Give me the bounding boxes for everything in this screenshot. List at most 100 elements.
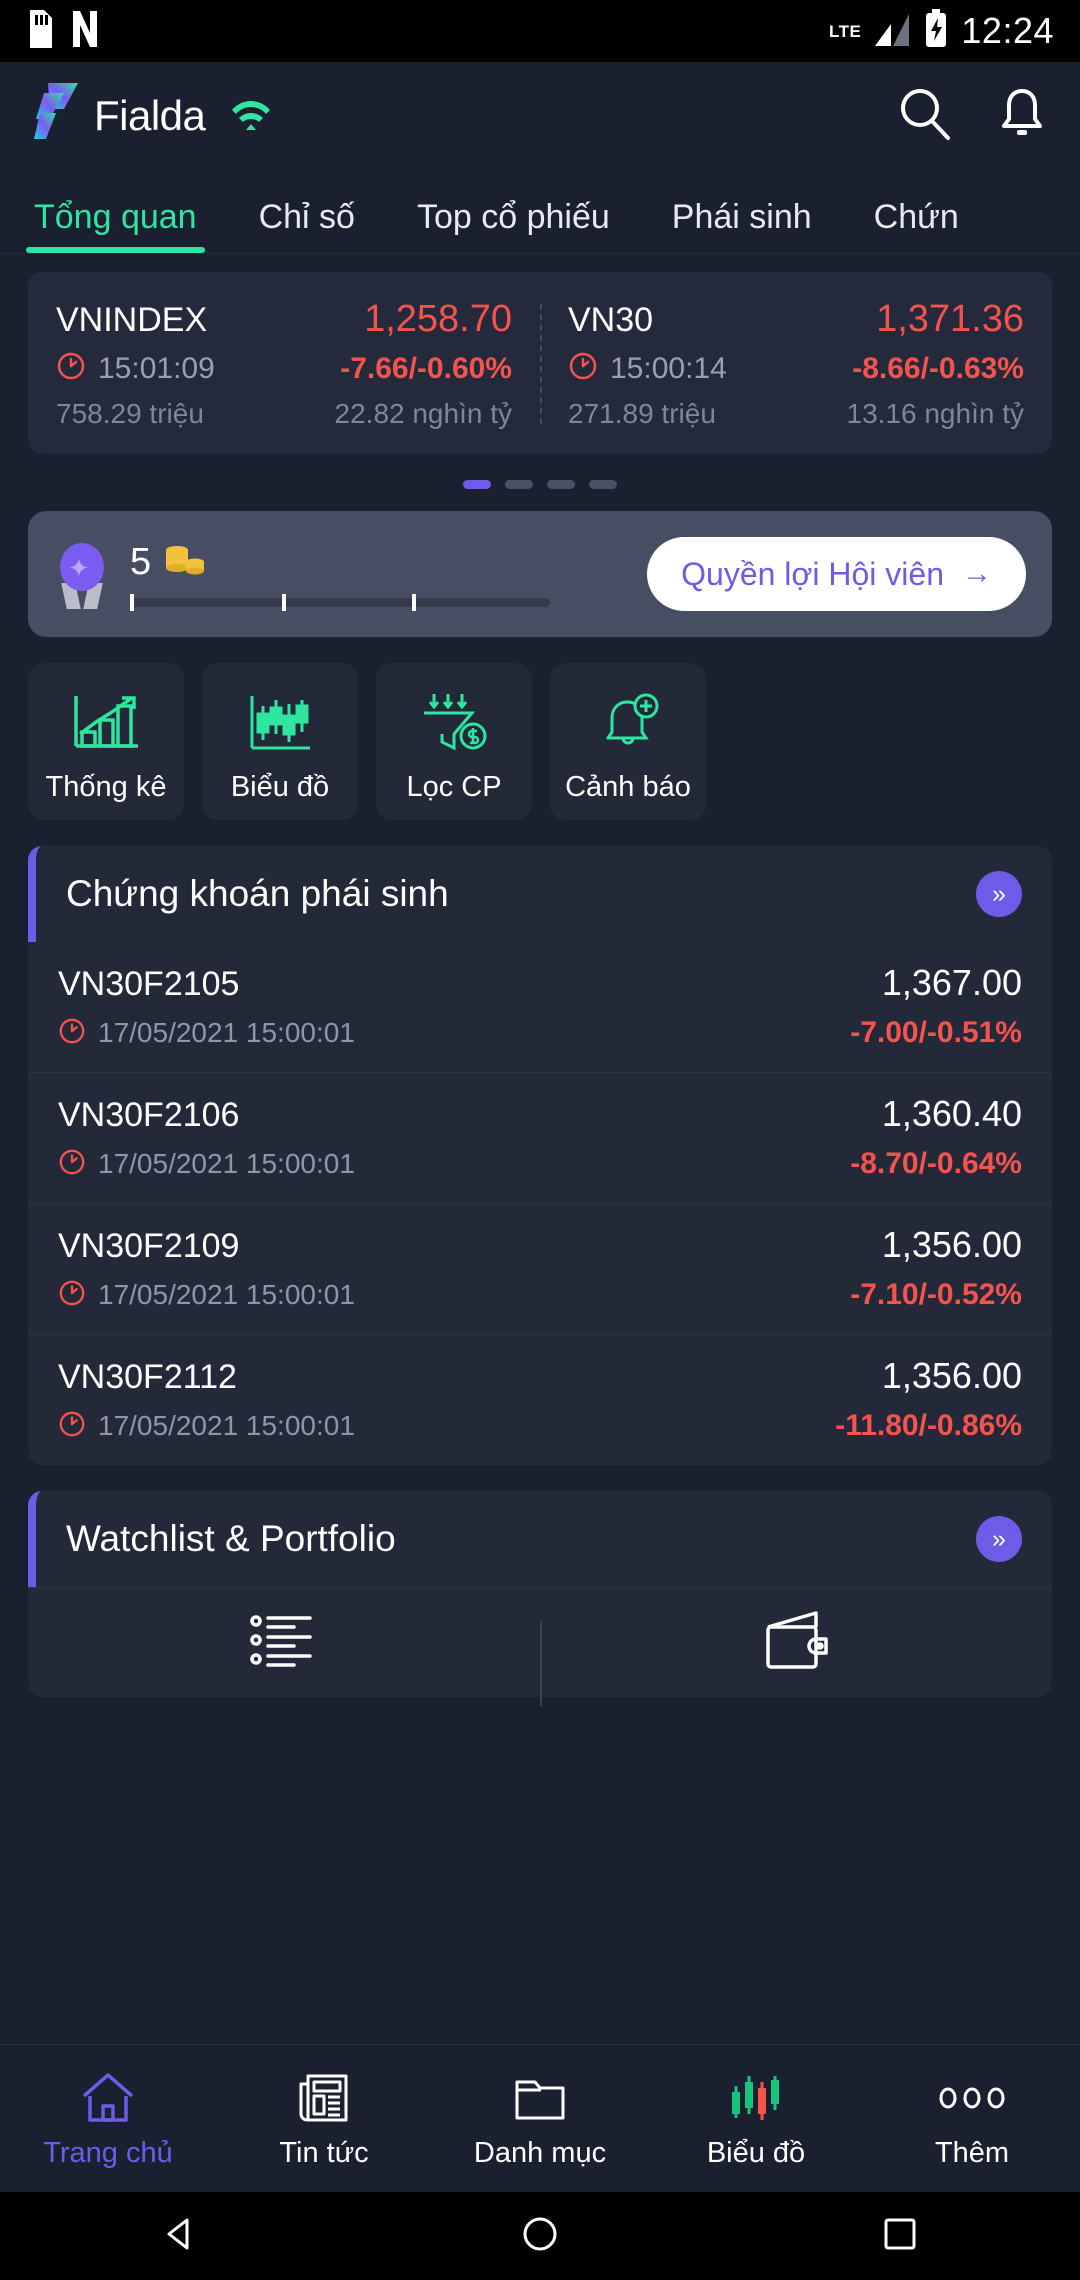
bottom-nav-label: Tin tức xyxy=(279,2137,369,2169)
index-item-vn30[interactable]: VN30 1,371.36 15:00:14 -8.66/-0.63% 271.… xyxy=(540,298,1052,430)
signal-bars-icon xyxy=(873,10,911,53)
index-summary-card: VNINDEX 1,258.70 15:01:09 -7.66/-0.60% 7… xyxy=(28,272,1052,454)
change-value: -7.00/-0.51% xyxy=(850,1016,1022,1049)
index-time-row: 15:01:09 -7.66/-0.60% xyxy=(56,351,512,386)
change-value: -11.80/-0.86% xyxy=(835,1409,1022,1442)
tab-top-co-phieu[interactable]: Top cổ phiếu xyxy=(417,198,610,253)
folder-icon xyxy=(511,2067,569,2129)
clock-icon xyxy=(56,351,86,386)
system-navigation-bar xyxy=(0,2192,1080,2280)
index-time: 15:01:09 xyxy=(98,351,215,385)
pager-dot-3[interactable] xyxy=(547,480,575,489)
brand-logo[interactable]: Fialda xyxy=(34,82,206,150)
membership-points-row: 5 xyxy=(130,541,629,584)
bell-icon[interactable] xyxy=(998,85,1046,148)
app-root: LTE 12:24 Fialda Tổng quan Chỉ số Top cổ… xyxy=(0,0,1080,2280)
index-change: -8.66/-0.63% xyxy=(852,351,1024,385)
arrow-right-icon: → xyxy=(962,557,992,590)
table-row[interactable]: VN30F2112 1,356.00 17/05/2021 15:00:01 -… xyxy=(28,1334,1052,1465)
price-value: 1,356.00 xyxy=(881,1355,1022,1396)
search-icon[interactable] xyxy=(896,85,954,148)
index-volume-row: 758.29 triệu 22.82 nghìn tỷ xyxy=(56,398,512,430)
index-item-vnindex[interactable]: VNINDEX 1,258.70 15:01:09 -7.66/-0.60% 7… xyxy=(28,298,540,430)
index-change: -7.66/-0.60% xyxy=(340,351,512,385)
row-top: VN30F2109 1,356.00 xyxy=(58,1224,1022,1266)
carousel-pager xyxy=(0,454,1080,511)
newspaper-icon xyxy=(295,2067,353,2129)
tab-chung-quyen[interactable]: Chứn xyxy=(874,198,959,253)
quick-action-label: Biểu đồ xyxy=(230,771,330,803)
index-volume: 758.29 triệu xyxy=(56,398,204,429)
timestamp-label: 17/05/2021 15:00:01 xyxy=(98,1017,355,1048)
main-tabs: Tổng quan Chỉ số Top cổ phiếu Phái sinh … xyxy=(0,170,1080,254)
table-row[interactable]: VN30F2106 1,360.40 17/05/2021 15:00:01 -… xyxy=(28,1072,1052,1203)
symbol-label: VN30F2106 xyxy=(58,1096,240,1134)
index-value: 22.82 nghìn tỷ xyxy=(334,398,512,429)
index-volume-row: 271.89 triệu 13.16 nghìn tỷ xyxy=(568,398,1024,430)
index-volume: 271.89 triệu xyxy=(568,398,716,429)
tab-chi-so[interactable]: Chỉ số xyxy=(259,198,355,253)
price-value: 1,356.00 xyxy=(881,1224,1022,1265)
bottom-nav-trang-chu[interactable]: Trang chủ xyxy=(0,2045,216,2192)
index-value: 13.16 nghìn tỷ xyxy=(846,398,1024,429)
section-title: Watchlist & Portfolio xyxy=(66,1518,396,1559)
bottom-nav-danh-muc[interactable]: Danh mục xyxy=(432,2045,648,2192)
chevron-double-right-icon[interactable]: » xyxy=(976,1516,1022,1562)
bottom-nav-them[interactable]: Thêm xyxy=(864,2045,1080,2192)
quick-actions: Thống kê Biểu đồ Lọc CP Cảnh báo xyxy=(0,637,1080,820)
derivatives-rows: VN30F2105 1,367.00 17/05/2021 15:00:01 -… xyxy=(28,942,1052,1465)
membership-benefits-button[interactable]: Quyền lợi Hội viên → xyxy=(647,537,1026,611)
status-bar-left xyxy=(26,9,100,53)
bottom-nav-tin-tuc[interactable]: Tin tức xyxy=(216,2045,432,2192)
membership-point-count: 5 xyxy=(130,541,152,583)
timestamp-label: 17/05/2021 15:00:01 xyxy=(98,1410,355,1441)
back-triangle-icon[interactable] xyxy=(160,2214,200,2259)
nfc-icon xyxy=(70,10,100,53)
portfolio-tile[interactable] xyxy=(540,1609,1052,1706)
symbol-label: VN30F2105 xyxy=(58,965,240,1003)
tab-tong-quan[interactable]: Tổng quan xyxy=(26,198,205,253)
chevron-double-right-icon[interactable]: » xyxy=(976,871,1022,917)
quick-action-bieu-do[interactable]: Biểu đồ xyxy=(202,663,358,820)
home-icon xyxy=(79,2067,137,2129)
row-top: VN30F2112 1,356.00 xyxy=(58,1355,1022,1397)
bottom-nav-bieu-do[interactable]: Biểu đồ xyxy=(648,2045,864,2192)
sim-card-icon xyxy=(26,9,52,53)
bottom-navigation: Trang chủ Tin tức Danh mục Biểu đồ Thêm xyxy=(0,2044,1080,2192)
brand-name: Fialda xyxy=(94,92,206,139)
pager-dot-2[interactable] xyxy=(505,480,533,489)
quick-action-canh-bao[interactable]: Cảnh báo xyxy=(550,663,706,820)
index-header-row: VN30 1,371.36 xyxy=(568,298,1024,341)
status-bar: LTE 12:24 xyxy=(0,0,1080,62)
bottom-nav-label: Thêm xyxy=(934,2137,1010,2169)
quick-action-thong-ke[interactable]: Thống kê xyxy=(28,663,184,820)
price-value: 1,360.40 xyxy=(881,1093,1022,1134)
recents-square-icon[interactable] xyxy=(880,2214,920,2259)
coin-stack-icon xyxy=(163,542,207,584)
home-circle-icon[interactable] xyxy=(520,2214,560,2259)
section-title: Chứng khoán phái sinh xyxy=(66,873,449,914)
quick-action-label: Lọc CP xyxy=(406,771,502,803)
bullet-list-icon xyxy=(248,1609,320,1676)
candlestick-chart-icon xyxy=(242,685,318,761)
watchlist-tile[interactable] xyxy=(28,1609,540,1676)
pager-dot-4[interactable] xyxy=(589,480,617,489)
quick-action-loc-cp[interactable]: Lọc CP xyxy=(376,663,532,820)
index-price: 1,258.70 xyxy=(364,298,512,340)
pager-dot-1[interactable] xyxy=(463,480,491,489)
bar-chart-trend-icon xyxy=(68,685,144,761)
bottom-nav-label: Danh mục xyxy=(473,2137,607,2169)
table-row[interactable]: VN30F2105 1,367.00 17/05/2021 15:00:01 -… xyxy=(28,942,1052,1072)
index-time: 15:00:14 xyxy=(610,351,727,385)
table-row[interactable]: VN30F2109 1,356.00 17/05/2021 15:00:01 -… xyxy=(28,1203,1052,1334)
tab-phai-sinh[interactable]: Phái sinh xyxy=(672,198,812,253)
bottom-nav-label: Biểu đồ xyxy=(706,2137,806,2169)
app-header: Fialda xyxy=(0,62,1080,170)
membership-banner: ✦ 5 Quyền lợi Hội viên → xyxy=(28,511,1052,637)
network-type-label: LTE xyxy=(829,21,862,41)
price-value: 1,367.00 xyxy=(881,962,1022,1003)
funnel-dollar-icon xyxy=(416,685,492,761)
watchlist-section: Watchlist & Portfolio » xyxy=(28,1491,1052,1706)
change-value: -7.10/-0.52% xyxy=(850,1278,1022,1311)
symbol-label: VN30F2112 xyxy=(58,1358,237,1396)
